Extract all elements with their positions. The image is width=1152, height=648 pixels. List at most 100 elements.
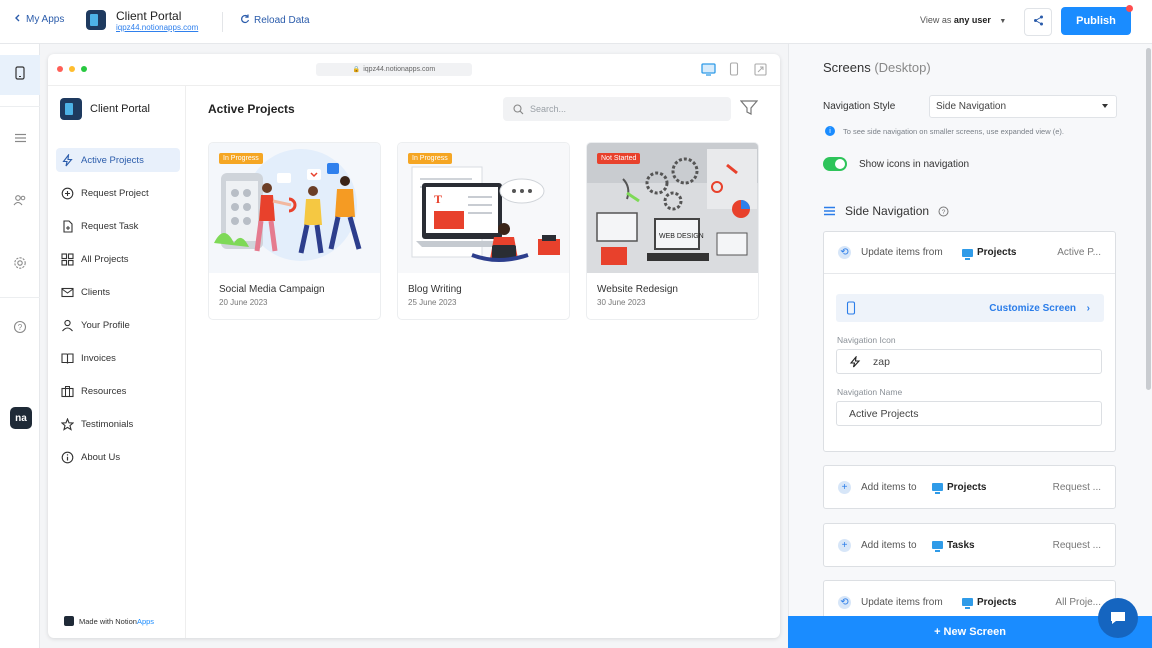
back-label: My Apps	[26, 14, 65, 25]
rail-settings-button[interactable]	[0, 245, 40, 285]
svg-text:WEB DESIGN: WEB DESIGN	[659, 233, 704, 240]
nav-item-label: About Us	[81, 451, 121, 463]
navigation-name-label: Navigation Name	[837, 387, 903, 397]
refresh-icon	[240, 14, 250, 27]
database-icon	[932, 541, 943, 552]
share-button[interactable]	[1024, 8, 1052, 36]
nav-entry-request-task[interactable]: + Add items to Tasks Request ...	[823, 523, 1116, 567]
plus-icon: +	[838, 538, 851, 552]
notification-dot	[1126, 5, 1133, 12]
nav-item-clients[interactable]: Clients	[56, 280, 180, 304]
panel-title-text: Screens	[823, 60, 871, 75]
preview-url-bar: 🔒 iqpz44.notionapps.com	[316, 63, 472, 76]
nav-item-request-project[interactable]: Request Project	[56, 181, 180, 205]
nav-entry-db-name: Tasks	[947, 539, 975, 551]
nav-entry-db: Projects	[962, 596, 1017, 609]
back-to-my-apps-link[interactable]: My Apps	[14, 14, 64, 25]
nav-entry-active-projects: ⟲ Update items from Projects Active P...…	[823, 231, 1116, 452]
nav-entry-target: All Proje...	[1055, 596, 1101, 608]
project-card[interactable]: T In Progress Blog Writing 25 June 2023	[397, 142, 570, 320]
nav-item-all-projects[interactable]: All Projects	[56, 247, 180, 271]
project-card[interactable]: In Progress Social Media Campaign 20 Jun…	[208, 142, 381, 320]
navigation-name-field[interactable]: Active Projects	[836, 401, 1102, 426]
nav-item-request-task[interactable]: Request Task	[56, 214, 180, 238]
chat-support-button[interactable]	[1098, 598, 1138, 638]
search-icon	[513, 103, 524, 114]
nav-item-active-projects[interactable]: Active Projects	[56, 148, 180, 172]
nav-item-your-profile[interactable]: Your Profile	[56, 313, 180, 337]
zap-icon	[849, 355, 861, 367]
view-as-prefix: View as	[920, 15, 952, 25]
rail-help-button[interactable]: ?	[0, 309, 40, 349]
help-icon[interactable]: ?	[938, 206, 949, 217]
mobile-icon	[14, 65, 26, 85]
reload-data-button[interactable]: Reload Data	[240, 14, 310, 27]
zap-icon	[62, 153, 73, 166]
nav-entry-request-project[interactable]: + Add items to Projects Request ...	[823, 465, 1116, 509]
nav-entry-header: + Add items to Projects Request ...	[824, 466, 1115, 508]
database-icon	[962, 248, 973, 260]
help-icon: ?	[13, 320, 27, 339]
nav-item-about-us[interactable]: About Us	[56, 445, 180, 469]
filter-button[interactable]	[739, 100, 759, 121]
publish-label: Publish	[1076, 15, 1116, 27]
nav-item-testimonials[interactable]: Testimonials	[56, 412, 180, 436]
database-icon	[962, 598, 973, 609]
app-title: Client Portal	[116, 9, 182, 23]
nav-entry-db-name: Projects	[977, 596, 1017, 608]
nav-item-resources[interactable]: Resources	[56, 379, 180, 403]
nav-item-invoices[interactable]: Invoices	[56, 346, 180, 370]
app-url-link[interactable]: iqpz44.notionapps.com	[116, 23, 198, 32]
rail-data-button[interactable]	[0, 119, 40, 159]
nav-entry-target: Active P...	[1057, 247, 1101, 258]
project-card[interactable]: WEB DESIGN Not Started Website Redesign …	[586, 142, 759, 320]
rail-screens-button[interactable]	[0, 55, 40, 95]
preview-brand: Client Portal	[60, 98, 150, 120]
navigation-icon-field[interactable]: zap	[836, 349, 1102, 374]
info-icon	[61, 451, 74, 463]
app-logo	[86, 10, 106, 30]
card-date: 25 June 2023	[408, 298, 457, 307]
window-close-dot	[57, 66, 63, 72]
grid-icon	[61, 252, 74, 266]
plus-circle-icon	[61, 187, 74, 199]
nav-entry-action: Update items from	[861, 596, 943, 608]
link-icon: ⟲	[838, 595, 851, 609]
caret-down-icon: ▼	[999, 18, 1007, 25]
panel-scrollbar[interactable]	[1146, 48, 1151, 390]
notionapps-logo[interactable]: na	[10, 407, 32, 429]
nav-item-label: Invoices	[81, 352, 116, 364]
top-bar: My Apps Client Portal iqpz44.notionapps.…	[0, 0, 1152, 44]
navigation-style-select[interactable]: Side Navigation	[929, 95, 1117, 118]
status-badge: In Progress	[219, 153, 263, 164]
view-as-value: any user	[953, 15, 991, 25]
desktop-view-icon[interactable]	[700, 61, 716, 77]
info-hint: i To see side navigation on smaller scre…	[825, 126, 1064, 136]
panel-title-suffix: (Desktop)	[874, 60, 931, 75]
navigation-style-value: Side Navigation	[936, 101, 1007, 112]
rail-users-button[interactable]	[0, 182, 40, 222]
view-as-dropdown[interactable]: View as any user ▼	[920, 15, 1006, 25]
nav-item-label: Request Project	[81, 187, 149, 199]
preview-sidebar: Client Portal Active Projects Request Pr…	[48, 86, 186, 638]
chat-icon	[1111, 612, 1125, 624]
svg-text:?: ?	[18, 323, 23, 332]
file-plus-icon	[63, 219, 73, 233]
mobile-view-icon[interactable]	[726, 61, 742, 77]
svg-text:T: T	[434, 192, 442, 206]
panel-title: Screens (Desktop)	[823, 60, 931, 75]
search-input[interactable]: Search...	[503, 97, 731, 121]
nav-entry-header[interactable]: ⟲ Update items from Projects Active P...	[824, 232, 1115, 274]
info-hint-text: To see side navigation on smaller screen…	[843, 126, 1064, 136]
share-icon	[1033, 13, 1044, 31]
show-icons-label: Show icons in navigation	[859, 159, 970, 170]
show-icons-toggle[interactable]	[823, 157, 847, 171]
nav-item-label: All Projects	[81, 253, 129, 265]
customize-screen-button[interactable]: Customize Screen ›	[836, 294, 1104, 322]
page-title: Active Projects	[208, 102, 295, 116]
nav-item-label: Resources	[81, 385, 127, 397]
publish-button[interactable]: Publish	[1061, 5, 1133, 35]
nav-entry-target: Request ...	[1052, 539, 1101, 551]
expand-view-icon[interactable]	[752, 61, 768, 77]
made-with-notionapps[interactable]: Made with NotionApps	[64, 616, 154, 626]
